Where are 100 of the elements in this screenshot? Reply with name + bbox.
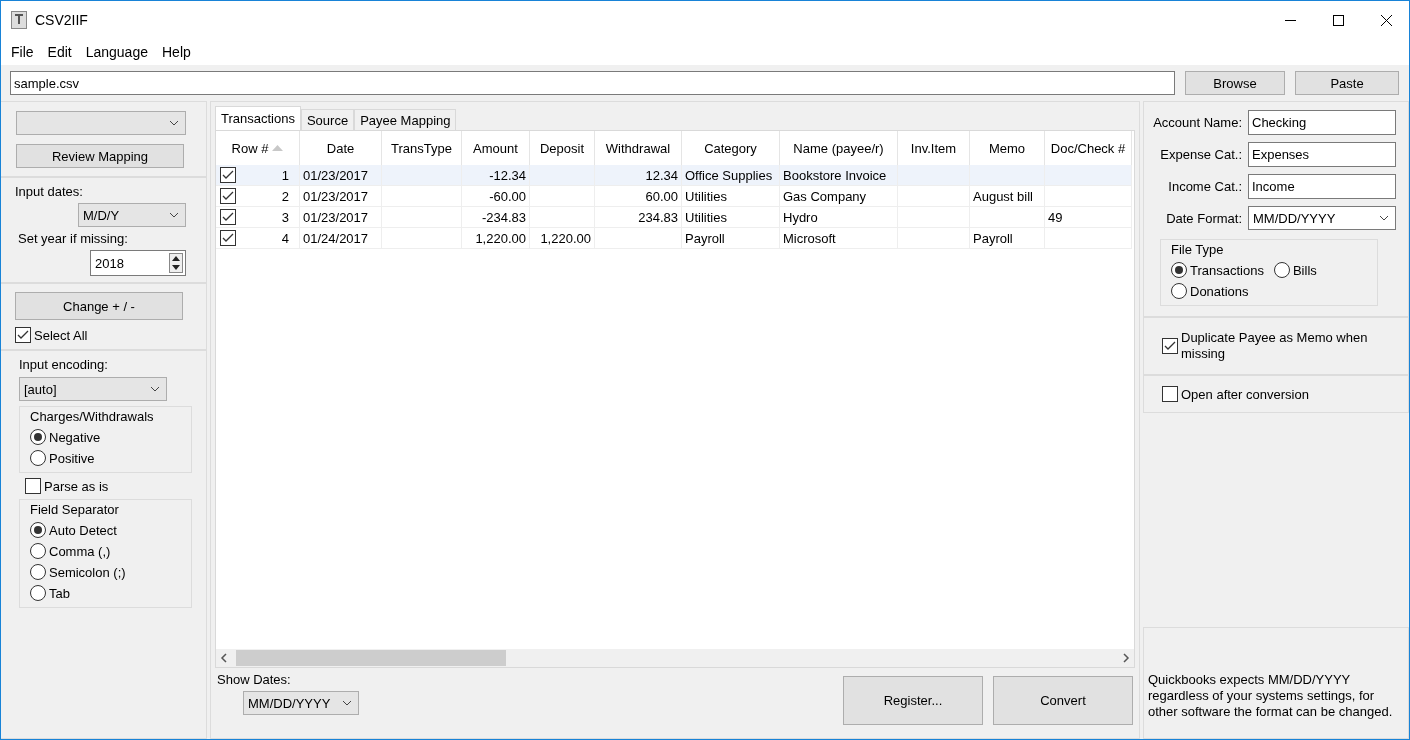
row-number-cell[interactable]: 4	[216, 228, 300, 249]
checkbox[interactable]	[15, 327, 31, 343]
radio-button[interactable]	[30, 585, 46, 601]
input-field[interactable]: Income	[1248, 174, 1396, 199]
radio-button[interactable]	[30, 564, 46, 580]
table-cell: 01/23/2017	[300, 207, 382, 228]
radio-label: Transactions	[1190, 262, 1264, 278]
radio-label: Negative	[49, 429, 101, 445]
file-path-field[interactable]: sample.csv	[10, 71, 1175, 95]
action-button[interactable]: Convert	[993, 676, 1133, 725]
sort-up-icon	[272, 145, 284, 151]
radio-button[interactable]	[30, 450, 46, 466]
chevron-down-icon	[169, 212, 179, 218]
radio-button[interactable]	[30, 429, 46, 445]
checkbox-label: Select All	[34, 327, 88, 343]
radio-label: Comma (,)	[49, 543, 111, 559]
checkmark-icon	[222, 212, 234, 222]
table-cell: Payroll	[682, 228, 780, 249]
menu-item[interactable]: File	[4, 40, 41, 64]
menu-item[interactable]: Help	[155, 40, 198, 64]
toolbar-button[interactable]: Browse	[1185, 71, 1285, 95]
group-title: Field Separator	[30, 502, 120, 517]
app-icon	[11, 11, 27, 29]
input-field[interactable]: Checking	[1248, 110, 1396, 135]
table-cell: 01/23/2017	[300, 186, 382, 207]
table-cell: Microsoft	[780, 228, 898, 249]
menu-item[interactable]: Language	[78, 40, 155, 64]
chevron-down-icon	[1379, 215, 1389, 221]
field-label: Account Name:	[1153, 115, 1242, 130]
window-title: CSV2IIF	[35, 12, 89, 28]
radio-label: Tab	[49, 585, 70, 601]
table-cell: 01/23/2017	[300, 165, 382, 186]
action-button[interactable]: Register...	[843, 676, 983, 725]
radio-button[interactable]	[1171, 283, 1187, 299]
help-note: Quickbooks expects MM/DD/YYYY regardless of your systems settings, for other software the format can be changed.	[1143, 627, 1409, 739]
table-cell: 01/24/2017	[300, 228, 382, 249]
tab[interactable]: Payee Mapping	[354, 109, 457, 130]
table-cell: 4	[281, 230, 289, 246]
chevron-down-icon	[150, 386, 160, 392]
table-cell: Hydro	[780, 207, 898, 228]
group-title: File Type	[1171, 242, 1225, 257]
row-checkbox[interactable]	[220, 188, 236, 204]
radio-label: Positive	[49, 450, 95, 466]
field-label: Date Format:	[1166, 210, 1242, 226]
toolbar-button[interactable]: Paste	[1295, 71, 1399, 95]
radio-button[interactable]	[1273, 262, 1290, 278]
table-cell: Payroll	[970, 228, 1045, 249]
row-checkbox[interactable]	[220, 230, 236, 246]
table-cell: Office Supplies	[682, 165, 780, 186]
input-field[interactable]: Expenses	[1248, 142, 1396, 167]
close-icon	[1380, 14, 1392, 26]
minimize-icon	[1284, 19, 1296, 21]
table-cell: -12.34	[462, 165, 530, 186]
menu-item[interactable]: Edit	[40, 40, 79, 64]
tab[interactable]: Transactions	[215, 106, 301, 130]
table-cell: Bookstore Invoice	[780, 165, 898, 186]
row-number-cell[interactable]: 2	[216, 186, 300, 207]
radio-button[interactable]	[1171, 262, 1187, 278]
show-dates-select[interactable]: MM/DD/YYYY	[243, 691, 359, 715]
group-title: Charges/Withdrawals	[30, 409, 155, 424]
date-format-select[interactable]: MM/DD/YYYY	[1248, 206, 1396, 230]
field-label: Income Cat.:	[1168, 179, 1242, 194]
row-checkbox[interactable]	[220, 167, 236, 183]
review-mapping-button[interactable]: Review Mapping	[16, 144, 184, 168]
table-cell: 1,220.00	[462, 228, 530, 249]
table-cell: -60.00	[462, 186, 530, 207]
radio-button[interactable]	[30, 543, 46, 559]
radio-label: Donations	[1190, 283, 1249, 299]
table-cell: 49	[1045, 207, 1132, 228]
row-checkbox[interactable]	[220, 209, 236, 225]
row-number-cell[interactable]: 3	[216, 207, 300, 228]
table-cell: -234.83	[462, 207, 530, 228]
table-cell: Utilities	[682, 207, 780, 228]
table-cell: August bill	[970, 186, 1045, 207]
table-cell: 234.83	[595, 207, 682, 228]
checkbox-label: Open after conversion	[1181, 386, 1309, 402]
change-sign-button[interactable]: Change + / -	[15, 292, 183, 320]
input-dates-label: Input dates:	[15, 184, 84, 199]
field-label: Expense Cat.:	[1160, 147, 1242, 162]
table-cell: Utilities	[682, 186, 780, 207]
scrollbar-thumb[interactable]	[236, 650, 506, 666]
checkbox-label: Parse as is	[44, 478, 109, 494]
checkbox[interactable]	[1162, 338, 1178, 354]
table-cell	[898, 165, 970, 186]
checkbox[interactable]	[25, 478, 41, 494]
tab[interactable]: Source	[300, 109, 355, 130]
checkmark-icon	[1164, 341, 1176, 351]
radio-label: Auto Detect	[49, 522, 117, 538]
radio-button[interactable]	[30, 522, 46, 538]
radio-label: Semicolon (;)	[49, 564, 126, 580]
year-spinner[interactable]: 2018	[90, 250, 186, 276]
encoding-select[interactable]: [auto]	[19, 377, 167, 401]
date-order-select[interactable]: M/D/Y	[78, 203, 186, 227]
year-label: Set year if missing:	[18, 231, 129, 246]
table-cell: 1,220.00	[530, 228, 595, 249]
chevron-down-icon	[169, 120, 179, 126]
row-number-cell[interactable]: 1	[216, 165, 300, 186]
table-cell: 12.34	[595, 165, 682, 186]
table-cell: 3	[281, 209, 289, 225]
checkbox[interactable]	[1162, 386, 1178, 402]
